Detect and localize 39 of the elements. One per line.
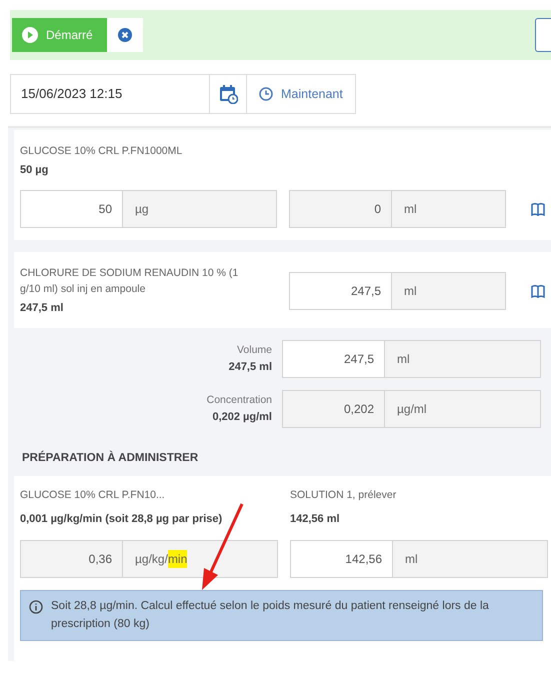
calendar-icon [218, 84, 238, 104]
value-field[interactable]: 142,56 ml [290, 540, 548, 578]
unit-label: µg/kg/min [123, 540, 277, 577]
product-name: SOLUTION 1, prélever [290, 488, 398, 502]
value-input[interactable]: 0 [290, 191, 392, 228]
value-field[interactable]: 50 µg [20, 190, 277, 228]
side-button[interactable] [535, 18, 551, 52]
info-message: Soit 28,8 µg/min. Calcul effectué selon le poids mesuré du patient renseigné lors de la prescription (80 kg) [51, 598, 490, 632]
dose-text: 247,5 ml [20, 300, 64, 316]
info-icon [29, 600, 43, 614]
product-name: GLUCOSE 10% CRL P.FN10... [20, 488, 166, 502]
book-icon [531, 284, 545, 298]
unit-label: µg [123, 191, 276, 228]
unit-label: ml [392, 191, 505, 228]
date-time-field[interactable]: 15/06/2023 12:15 [10, 74, 210, 114]
value-input[interactable]: 0,36 [21, 540, 123, 577]
value-input[interactable]: 247,5 [283, 341, 385, 378]
value-field[interactable]: 0,202 µg/ml [282, 390, 541, 428]
value-field[interactable]: 0,36 µg/kg/min [20, 540, 278, 578]
value-field[interactable]: 247,5 ml [282, 340, 541, 378]
calendar-button[interactable] [210, 74, 247, 114]
value-text: 0,202 µg/ml [211, 410, 272, 425]
section-title: PRÉPARATION À ADMINISTRER [21, 450, 200, 466]
book-icon [531, 202, 545, 216]
unit-label: ml [392, 273, 505, 310]
value-text: 247,5 ml [228, 360, 272, 375]
close-button[interactable] [106, 18, 143, 52]
close-icon [118, 28, 132, 42]
dose-text: 50 µg [20, 162, 50, 178]
product-name: GLUCOSE 10% CRL P.FN1000ML [20, 144, 184, 159]
field-label: Concentration [206, 393, 272, 408]
product-name: CHLORURE DE SODIUM RENAUDIN 10 % (1 g/10 ml) sol inj en ampoule [20, 266, 240, 297]
unit-label: ml [393, 540, 547, 577]
value-field[interactable]: 247,5 ml [289, 272, 506, 310]
clock-icon [259, 87, 273, 101]
value-field[interactable]: 0 ml [289, 190, 506, 228]
play-icon [22, 27, 38, 43]
now-button[interactable]: Maintenant [247, 74, 356, 114]
field-label: Volume [236, 343, 272, 358]
